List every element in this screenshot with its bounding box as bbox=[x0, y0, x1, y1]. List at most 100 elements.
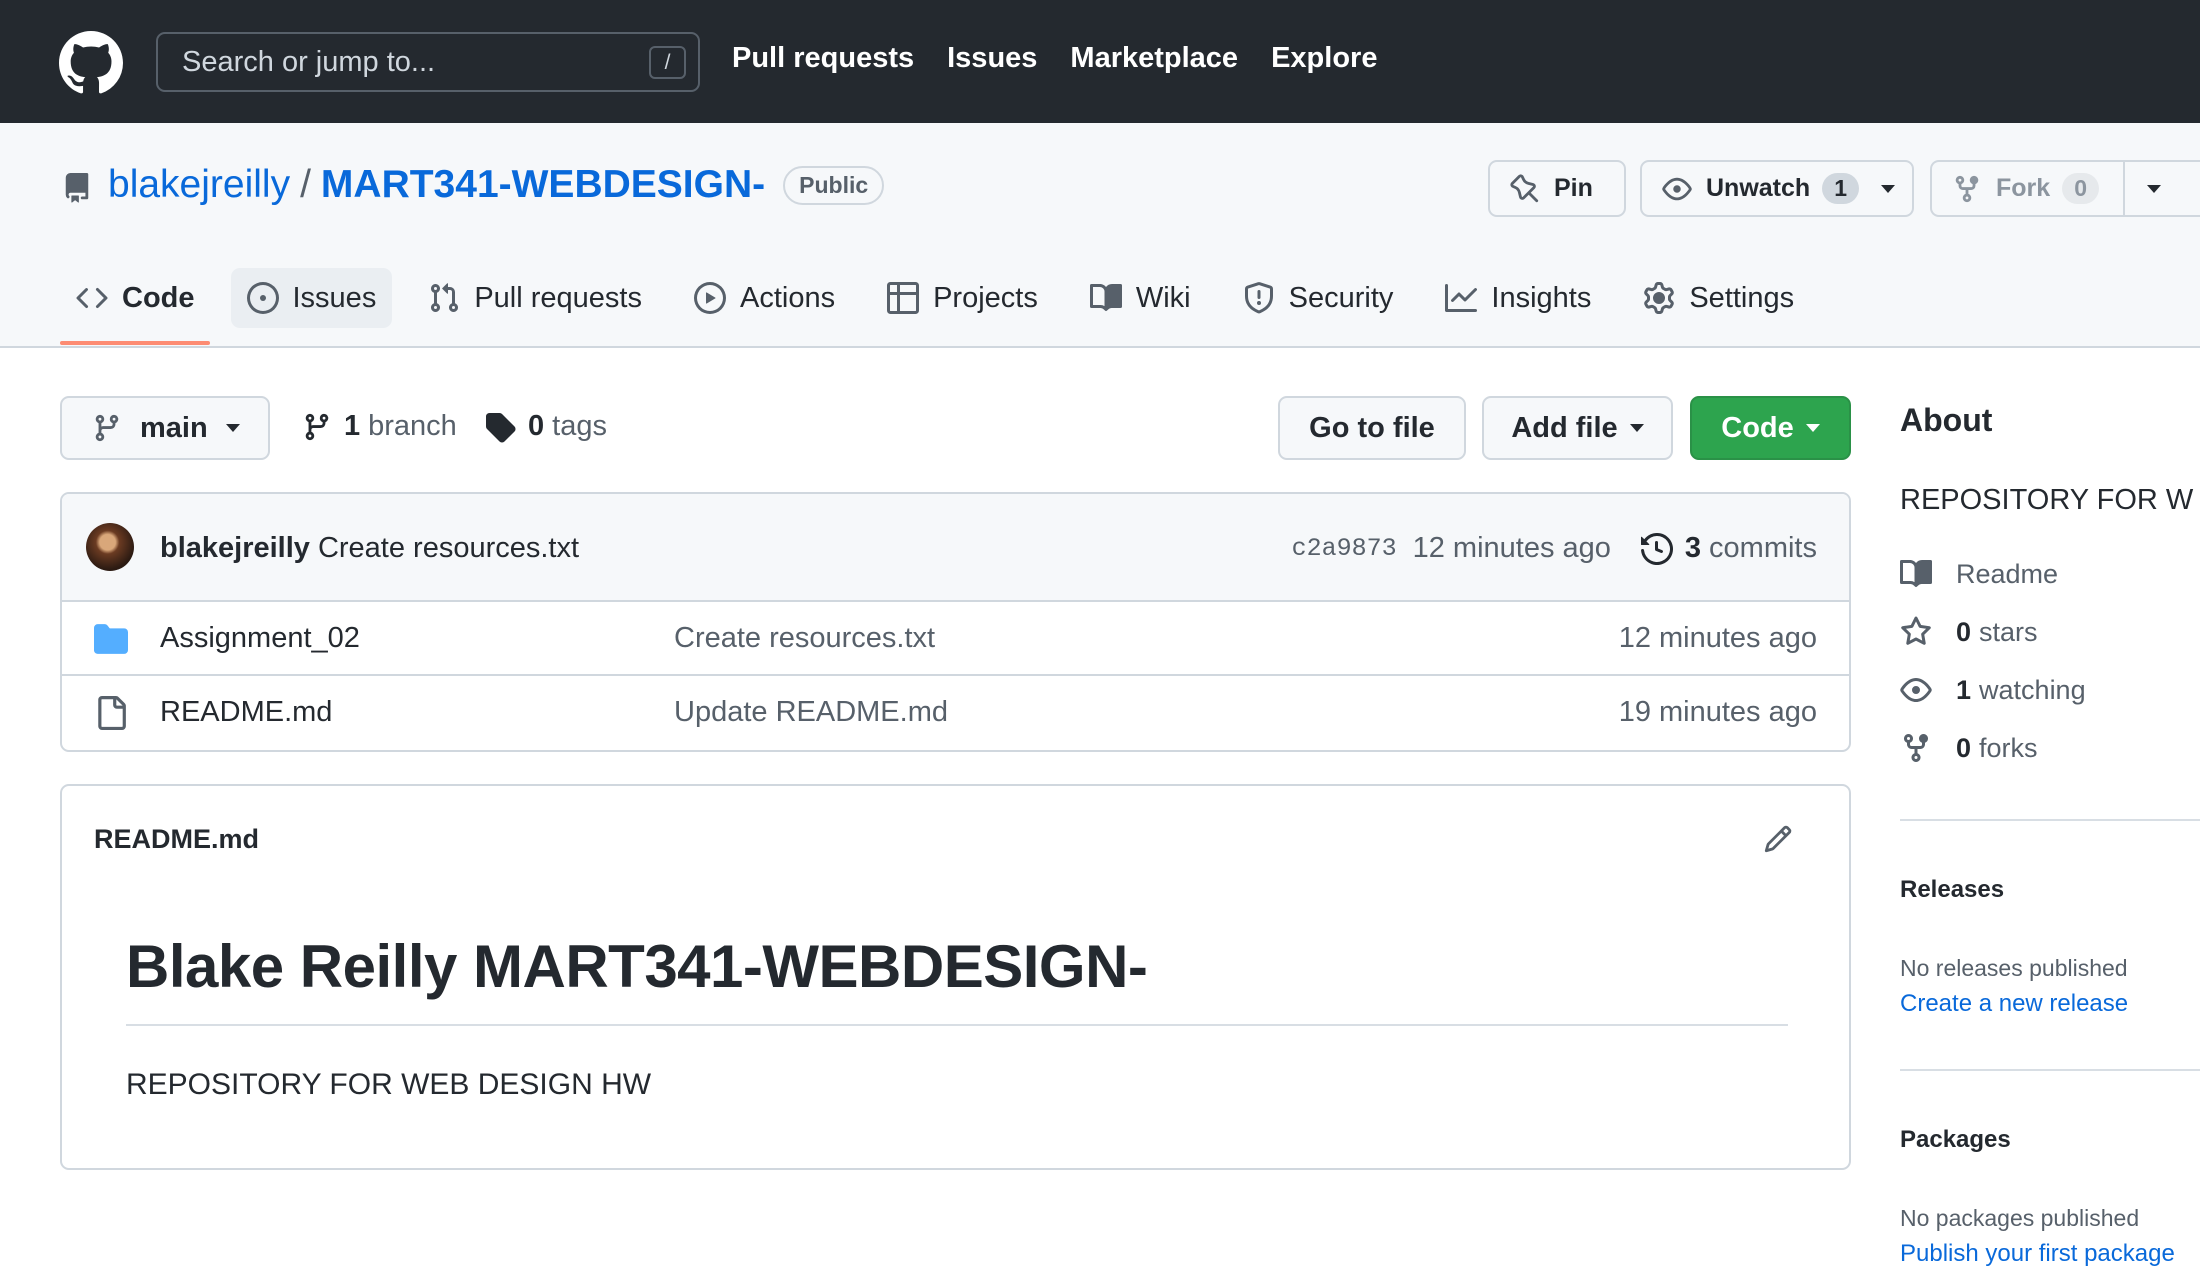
watching-word: watching bbox=[1979, 674, 2086, 705]
pin-button[interactable]: Pin bbox=[1488, 160, 1626, 217]
pencil-icon[interactable] bbox=[1763, 824, 1793, 854]
file-age: 12 minutes ago bbox=[1618, 622, 1817, 654]
tab-pull-requests[interactable]: Pull requests bbox=[412, 268, 658, 328]
visibility-badge: Public bbox=[783, 165, 885, 205]
nav-explore[interactable]: Explore bbox=[1271, 42, 1377, 75]
releases-title[interactable]: Releases bbox=[1900, 876, 2200, 904]
chevron-down-icon bbox=[1805, 424, 1820, 432]
fork-button[interactable]: Fork 0 bbox=[1930, 160, 2200, 217]
issue-icon bbox=[246, 282, 279, 314]
search-input[interactable]: Search or jump to... / bbox=[156, 32, 700, 92]
sidebar-divider bbox=[1900, 1069, 2200, 1071]
avatar[interactable] bbox=[86, 523, 134, 571]
forks-count: 0 bbox=[1956, 732, 1972, 763]
commit-meta: c2a9873 12 minutes ago 3 commits bbox=[1292, 532, 1817, 565]
tags-link[interactable]: 0 tags bbox=[484, 410, 607, 443]
branch-count: 1 bbox=[344, 410, 361, 442]
graph-icon bbox=[1445, 284, 1478, 312]
readme-heading: Blake Reilly MART341-WEBDESIGN- bbox=[126, 933, 1148, 1000]
create-release-link[interactable]: Create a new release bbox=[1900, 990, 2128, 1018]
tab-wiki[interactable]: Wiki bbox=[1074, 268, 1207, 328]
stars-link[interactable]: 0 stars bbox=[1900, 616, 2038, 648]
code-dropdown-button[interactable]: Code bbox=[1690, 396, 1851, 460]
branches-link[interactable]: 1 branch bbox=[302, 410, 457, 443]
shield-icon bbox=[1244, 282, 1273, 314]
tab-label: Insights bbox=[1491, 281, 1592, 314]
search-shortcut-key: / bbox=[649, 46, 686, 79]
file-commit-message-link[interactable]: Update README.md bbox=[674, 696, 948, 729]
tag-word: tags bbox=[552, 410, 607, 442]
tab-projects[interactable]: Projects bbox=[871, 268, 1054, 328]
tab-code[interactable]: Code bbox=[60, 268, 211, 328]
branch-name: main bbox=[140, 411, 208, 444]
watching-count: 1 bbox=[1956, 674, 1972, 705]
forks-link[interactable]: 0 forks bbox=[1900, 732, 2038, 764]
tab-label: Pull requests bbox=[474, 281, 642, 314]
about-description: REPOSITORY FOR W bbox=[1900, 484, 2194, 516]
file-row[interactable]: Assignment_02 Create resources.txt 12 mi… bbox=[62, 602, 1849, 676]
eye-icon bbox=[1662, 177, 1692, 200]
watching-link[interactable]: 1 watching bbox=[1900, 674, 2086, 706]
eye-icon bbox=[1900, 678, 1932, 702]
pin-label: Pin bbox=[1554, 174, 1593, 202]
gear-icon bbox=[1644, 282, 1675, 314]
active-tab-underline bbox=[60, 341, 210, 345]
repo-tabs: Code Issues Pull requests Actions Projec… bbox=[60, 268, 1830, 328]
branch-selector[interactable]: main bbox=[60, 396, 270, 460]
fork-dropdown-chevron-icon[interactable] bbox=[2146, 184, 2161, 193]
tag-icon bbox=[486, 412, 516, 443]
unwatch-label: Unwatch bbox=[1706, 174, 1811, 202]
nav-issues[interactable]: Issues bbox=[947, 42, 1037, 75]
github-logo-icon[interactable] bbox=[59, 31, 123, 95]
search-placeholder: Search or jump to... bbox=[182, 46, 436, 78]
commit-count: 3 bbox=[1684, 532, 1702, 564]
tab-actions[interactable]: Actions bbox=[678, 268, 851, 328]
readme-divider bbox=[126, 1024, 1788, 1026]
unwatch-button[interactable]: Unwatch 1 bbox=[1640, 160, 1914, 217]
commit-author-link[interactable]: blakejreilly bbox=[160, 532, 310, 564]
commit-message-link[interactable]: Create resources.txt bbox=[318, 532, 579, 564]
fork-icon bbox=[1955, 175, 1979, 202]
global-header: Search or jump to... / Pull requests Iss… bbox=[0, 0, 2200, 123]
pull-request-icon bbox=[431, 283, 459, 313]
watch-count: 1 bbox=[1822, 173, 1859, 204]
pin-icon bbox=[1510, 173, 1539, 202]
tab-label: Actions bbox=[739, 281, 836, 314]
star-icon bbox=[1901, 616, 1931, 645]
packages-title[interactable]: Packages bbox=[1900, 1126, 2200, 1154]
stars-count: 0 bbox=[1956, 616, 1972, 647]
book-icon bbox=[1089, 283, 1122, 311]
sidebar-divider bbox=[1900, 819, 2200, 821]
nav-marketplace[interactable]: Marketplace bbox=[1070, 42, 1238, 75]
tab-settings[interactable]: Settings bbox=[1627, 268, 1810, 328]
tab-security[interactable]: Security bbox=[1227, 268, 1410, 328]
file-commit-message-link[interactable]: Create resources.txt bbox=[674, 622, 935, 655]
repo-header: blakejreilly / MART341-WEBDESIGN- Public… bbox=[0, 123, 2200, 348]
readme-link[interactable]: Readme bbox=[1900, 558, 2058, 590]
tab-insights[interactable]: Insights bbox=[1429, 268, 1607, 328]
repo-owner-link[interactable]: blakejreilly bbox=[108, 163, 290, 207]
publish-package-link[interactable]: Publish your first package bbox=[1900, 1240, 2175, 1268]
commit-sha-link[interactable]: c2a9873 bbox=[1292, 534, 1397, 563]
file-list: blakejreilly Create resources.txt c2a9873… bbox=[60, 492, 1851, 752]
file-name-link[interactable]: Assignment_02 bbox=[160, 622, 360, 655]
repo-name-link[interactable]: MART341-WEBDESIGN- bbox=[321, 163, 765, 207]
book-icon bbox=[1900, 559, 1932, 587]
add-file-button[interactable]: Add file bbox=[1482, 396, 1673, 460]
commits-history-link[interactable]: 3 commits bbox=[1640, 532, 1817, 565]
go-to-file-button[interactable]: Go to file bbox=[1278, 396, 1466, 460]
file-icon bbox=[98, 696, 126, 730]
packages-empty-text: No packages published bbox=[1900, 1205, 2140, 1231]
nav-pull-requests[interactable]: Pull requests bbox=[732, 42, 914, 75]
file-name-link[interactable]: README.md bbox=[160, 696, 332, 729]
tab-issues[interactable]: Issues bbox=[230, 268, 393, 328]
repo-title-separator: / bbox=[300, 163, 311, 206]
file-row[interactable]: README.md Update README.md 19 minutes ag… bbox=[62, 676, 1849, 750]
file-age: 19 minutes ago bbox=[1618, 696, 1817, 728]
readme-box: README.md Blake Reilly MART341-WEBDESIGN… bbox=[60, 784, 1851, 1170]
chevron-down-icon bbox=[225, 424, 240, 432]
go-to-file-label: Go to file bbox=[1309, 411, 1435, 444]
play-icon bbox=[693, 282, 726, 314]
repo-icon bbox=[65, 173, 89, 203]
fork-split-divider bbox=[2122, 161, 2125, 216]
